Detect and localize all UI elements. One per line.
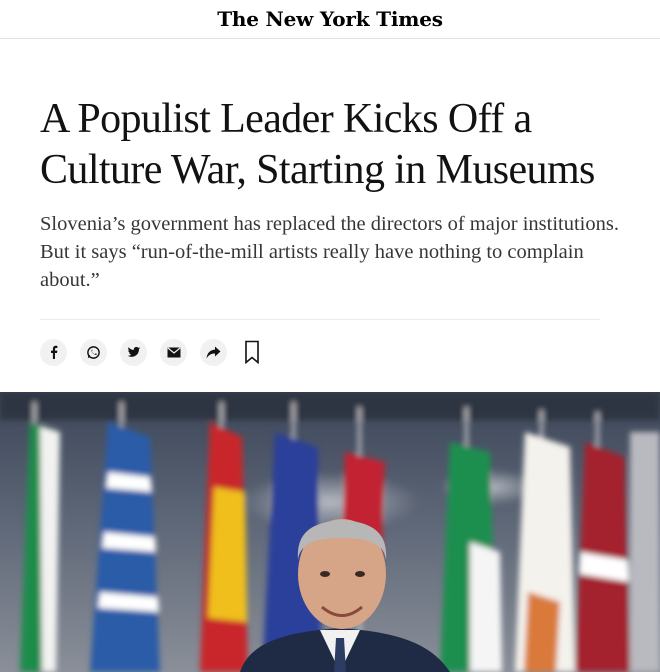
article-summary: Slovenia’s government has replaced the d… bbox=[40, 213, 619, 291]
masthead: The New York Times bbox=[0, 0, 660, 39]
hero-photo bbox=[0, 392, 660, 672]
twitter-share-button[interactable] bbox=[120, 338, 147, 366]
whatsapp-icon bbox=[87, 345, 100, 359]
email-icon bbox=[166, 346, 181, 357]
hero-image bbox=[0, 392, 660, 672]
share-toolbar bbox=[40, 338, 262, 366]
more-share-button[interactable] bbox=[200, 338, 227, 366]
email-share-button[interactable] bbox=[160, 338, 187, 366]
summary-divider bbox=[40, 319, 600, 320]
share-arrow-icon bbox=[206, 346, 221, 358]
save-article-button[interactable] bbox=[242, 339, 262, 366]
whatsapp-share-button[interactable] bbox=[80, 338, 107, 366]
article-headline: A Populist Leader Kicks Off a Culture Wa… bbox=[40, 96, 595, 193]
bookmark-icon bbox=[245, 340, 259, 364]
facebook-share-button[interactable] bbox=[40, 338, 67, 366]
facebook-icon bbox=[50, 345, 57, 359]
twitter-icon bbox=[127, 346, 140, 357]
nyt-logo[interactable]: The New York Times bbox=[217, 7, 443, 31]
